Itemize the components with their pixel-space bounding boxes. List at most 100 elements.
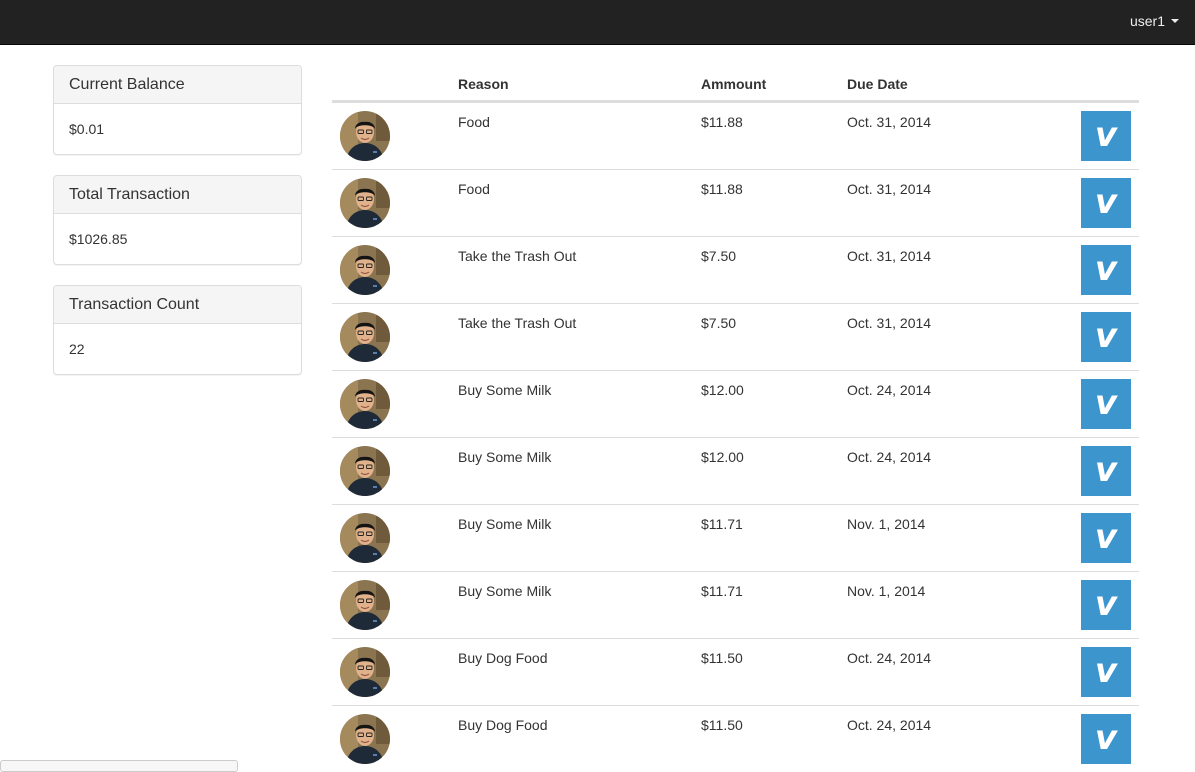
venmo-icon: v (1094, 316, 1118, 356)
header-reason: Reason (458, 76, 509, 92)
venmo-icon: v (1094, 450, 1118, 490)
venmo-pay-button[interactable]: v (1081, 178, 1131, 228)
user-dropdown[interactable]: user1 (1130, 12, 1179, 30)
panel-title: Total Transaction (54, 176, 301, 214)
avatar-photo (340, 245, 390, 295)
venmo-icon: v (1094, 517, 1118, 557)
avatar-photo (340, 714, 390, 764)
caret-down-icon (1171, 19, 1179, 23)
avatar-photo (340, 446, 390, 496)
venmo-icon: v (1094, 182, 1118, 222)
cell-amount: $11.71 (701, 516, 743, 532)
table-row: Buy Dog Food $11.50 Oct. 24, 2014 v (332, 638, 1139, 705)
cell-due-date: Nov. 1, 2014 (847, 516, 926, 532)
venmo-pay-button[interactable]: v (1081, 379, 1131, 429)
cell-due-date: Oct. 24, 2014 (847, 650, 932, 666)
table-row: Food $11.88 Oct. 31, 2014 v (332, 102, 1139, 169)
cell-due-date: Oct. 31, 2014 (847, 181, 932, 197)
cell-reason: Food (458, 114, 490, 130)
cell-amount: $11.50 (701, 717, 743, 733)
cell-due-date: Oct. 24, 2014 (847, 382, 932, 398)
venmo-pay-button[interactable]: v (1081, 580, 1131, 630)
venmo-pay-button[interactable]: v (1081, 647, 1131, 697)
cell-due-date: Oct. 24, 2014 (847, 717, 932, 733)
bottom-scrollbar[interactable] (0, 760, 238, 772)
user-avatar (340, 379, 390, 429)
venmo-icon: v (1094, 115, 1118, 155)
venmo-pay-button[interactable]: v (1081, 446, 1131, 496)
avatar-photo (340, 513, 390, 563)
panel-title: Transaction Count (54, 286, 301, 324)
user-avatar (340, 714, 390, 764)
transactions-table: Reason Ammount Due Date Food $11.88 Oct.… (332, 65, 1139, 772)
table-row: Food $11.88 Oct. 31, 2014 v (332, 169, 1139, 236)
venmo-pay-button[interactable]: v (1081, 312, 1131, 362)
cell-due-date: Oct. 31, 2014 (847, 114, 932, 130)
venmo-pay-button[interactable]: v (1081, 714, 1131, 764)
avatar-photo (340, 312, 390, 362)
avatar-photo (340, 178, 390, 228)
user-name: user1 (1129, 13, 1165, 29)
avatar-photo (340, 647, 390, 697)
table-row: Take the Trash Out $7.50 Oct. 31, 2014 v (332, 303, 1139, 370)
cell-amount: $11.88 (701, 181, 743, 197)
table-header: Reason Ammount Due Date (332, 65, 1139, 102)
venmo-icon: v (1094, 651, 1118, 691)
cell-reason: Take the Trash Out (458, 248, 577, 264)
panel-value: $0.01 (69, 121, 105, 137)
current-balance-panel: Current Balance $0.01 (53, 65, 302, 155)
cell-amount: $7.50 (701, 315, 737, 331)
user-avatar (340, 446, 390, 496)
user-avatar (340, 178, 390, 228)
avatar-photo (340, 111, 390, 161)
table-row: Buy Some Milk $11.71 Nov. 1, 2014 v (332, 571, 1139, 638)
cell-reason: Buy Some Milk (458, 449, 552, 465)
cell-reason: Buy Some Milk (458, 382, 552, 398)
table-row: Buy Some Milk $12.00 Oct. 24, 2014 v (332, 370, 1139, 437)
summary-sidebar: Current Balance $0.01 Total Transaction … (53, 65, 302, 395)
panel-title: Current Balance (54, 66, 301, 104)
user-avatar (340, 245, 390, 295)
cell-due-date: Oct. 31, 2014 (847, 315, 932, 331)
venmo-icon: v (1094, 383, 1118, 423)
user-avatar (340, 312, 390, 362)
cell-reason: Buy Dog Food (458, 717, 548, 733)
total-transaction-panel: Total Transaction $1026.85 (53, 175, 302, 265)
cell-reason: Food (458, 181, 490, 197)
cell-amount: $12.00 (701, 449, 744, 465)
avatar-photo (340, 379, 390, 429)
user-avatar (340, 647, 390, 697)
user-avatar (340, 111, 390, 161)
panel-value: $1026.85 (69, 231, 128, 247)
cell-amount: $11.50 (701, 650, 743, 666)
venmo-pay-button[interactable]: v (1081, 513, 1131, 563)
top-navbar: user1 (0, 0, 1195, 45)
header-due-date: Due Date (847, 76, 908, 92)
panel-value: 22 (69, 341, 85, 357)
table-row: Buy Some Milk $12.00 Oct. 24, 2014 v (332, 437, 1139, 504)
cell-due-date: Nov. 1, 2014 (847, 583, 926, 599)
avatar-photo (340, 580, 390, 630)
venmo-icon: v (1094, 249, 1118, 289)
cell-due-date: Oct. 24, 2014 (847, 449, 932, 465)
cell-reason: Buy Dog Food (458, 650, 548, 666)
table-row: Buy Some Milk $11.71 Nov. 1, 2014 v (332, 504, 1139, 571)
table-row: Take the Trash Out $7.50 Oct. 31, 2014 v (332, 236, 1139, 303)
user-avatar (340, 580, 390, 630)
cell-reason: Buy Some Milk (458, 516, 552, 532)
venmo-icon: v (1094, 584, 1118, 624)
header-amount: Ammount (701, 76, 767, 92)
cell-reason: Take the Trash Out (458, 315, 577, 331)
venmo-pay-button[interactable]: v (1081, 111, 1131, 161)
transaction-count-panel: Transaction Count 22 (53, 285, 302, 375)
cell-amount: $11.71 (701, 583, 743, 599)
cell-reason: Buy Some Milk (458, 583, 552, 599)
venmo-icon: v (1094, 718, 1118, 758)
cell-amount: $11.88 (701, 114, 743, 130)
user-avatar (340, 513, 390, 563)
table-row: Buy Dog Food $11.50 Oct. 24, 2014 v (332, 705, 1139, 772)
venmo-pay-button[interactable]: v (1081, 245, 1131, 295)
cell-amount: $7.50 (701, 248, 737, 264)
cell-amount: $12.00 (701, 382, 744, 398)
cell-due-date: Oct. 31, 2014 (847, 248, 932, 264)
